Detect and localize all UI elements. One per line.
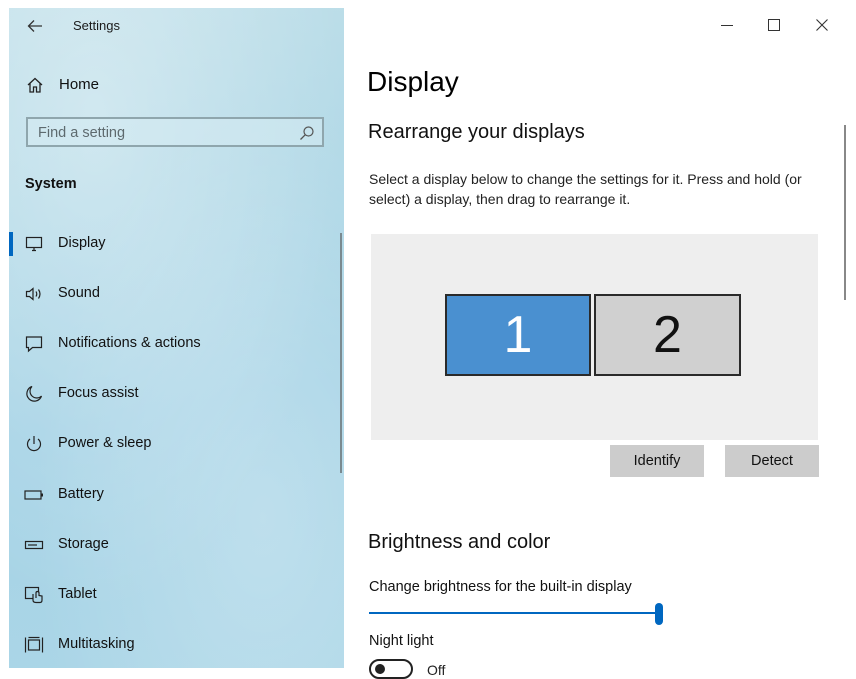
sidebar-item-battery[interactable]: Battery [9, 477, 344, 513]
brightness-slider-label: Change brightness for the built-in displ… [369, 579, 632, 595]
slider-thumb[interactable] [655, 603, 663, 625]
search-icon [298, 124, 316, 142]
sidebar-item-power-sleep[interactable]: Power & sleep [9, 426, 344, 462]
sidebar-scrollbar[interactable] [340, 233, 342, 473]
back-button[interactable] [23, 15, 47, 37]
speaker-icon [24, 284, 44, 304]
sidebar-item-label: Power & sleep [58, 435, 152, 451]
brightness-heading: Brightness and color [368, 531, 551, 553]
battery-icon [24, 485, 44, 505]
sidebar-item-label: Sound [58, 285, 100, 301]
sidebar-item-focus-assist[interactable]: Focus assist [9, 376, 344, 412]
monitor-1[interactable]: 1 [445, 294, 591, 376]
home-label: Home [59, 76, 100, 93]
home-icon [25, 75, 45, 95]
toggle-knob [375, 664, 385, 674]
storage-icon [24, 535, 44, 555]
search-placeholder: Find a setting [38, 125, 126, 141]
section-title: System [25, 176, 77, 192]
monitor-icon [24, 234, 44, 254]
minimize-button[interactable] [704, 10, 750, 40]
close-button[interactable] [799, 10, 845, 40]
night-light-state: Off [427, 662, 446, 678]
multitasking-icon [24, 635, 44, 655]
sidebar-item-storage[interactable]: Storage [9, 527, 344, 563]
page-title: Display [367, 66, 459, 97]
power-icon [24, 434, 44, 454]
display-arrangement-area[interactable]: 1 2 [371, 234, 818, 440]
sidebar-item-label: Focus assist [58, 385, 139, 401]
rearrange-description: Select a display below to change the set… [369, 171, 802, 207]
maximize-icon [768, 19, 780, 31]
search-input[interactable]: Find a setting [26, 117, 324, 147]
monitor-2-label: 2 [653, 306, 682, 364]
sidebar-item-tablet[interactable]: Tablet [9, 577, 344, 613]
sidebar-item-label: Display [58, 235, 106, 251]
rearrange-heading: Rearrange your displays [368, 121, 585, 143]
sidebar: Settings Home Find a setting System Disp… [9, 8, 344, 668]
monitor-2[interactable]: 2 [594, 294, 741, 376]
close-icon [816, 19, 828, 31]
minimize-icon [721, 25, 733, 26]
brightness-slider[interactable] [369, 603, 663, 625]
slider-track [369, 612, 659, 614]
identify-button[interactable]: Identify [610, 445, 704, 477]
sidebar-item-sound[interactable]: Sound [9, 276, 344, 312]
sidebar-item-display[interactable]: Display [9, 226, 344, 262]
moon-icon [24, 384, 44, 404]
main-scrollbar[interactable] [844, 125, 846, 300]
monitor-1-label: 1 [503, 306, 533, 364]
night-light-label: Night light [369, 633, 434, 649]
sidebar-item-label: Multitasking [58, 636, 135, 652]
back-arrow-icon [27, 20, 42, 32]
sidebar-item-label: Notifications & actions [58, 335, 201, 351]
notification-icon [24, 334, 44, 354]
night-light-toggle[interactable] [369, 659, 413, 679]
tablet-icon [24, 585, 44, 605]
sidebar-item-label: Storage [58, 536, 109, 552]
app-title: Settings [73, 18, 120, 33]
detect-button[interactable]: Detect [725, 445, 819, 477]
maximize-button[interactable] [751, 10, 797, 40]
sidebar-item-multitasking[interactable]: Multitasking [9, 627, 344, 663]
sidebar-item-label: Tablet [58, 586, 97, 602]
sidebar-item-notifications[interactable]: Notifications & actions [9, 326, 344, 362]
sidebar-item-label: Battery [58, 486, 104, 502]
home-nav-item[interactable]: Home [9, 70, 344, 100]
